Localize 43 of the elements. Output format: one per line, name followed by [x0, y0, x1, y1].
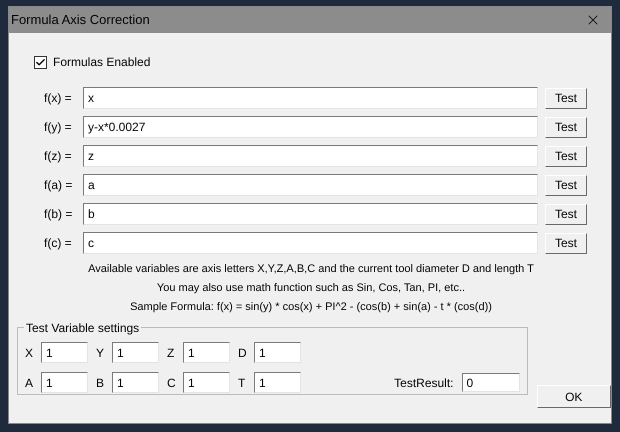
- window-title: Formula Axis Correction: [11, 11, 150, 30]
- variable-label: T: [238, 374, 246, 392]
- result-label: TestResult:: [394, 374, 454, 392]
- help-text: Sample Formula: f(x) = sin(y) * cos(x) + PI^2 - (cos(b) + sin(a) - t * (cos(d)): [130, 300, 492, 315]
- variable-label: X: [25, 344, 34, 362]
- formula-label: f(y) =: [44, 119, 73, 136]
- variable-field[interactable]: 1: [254, 342, 301, 363]
- formula-field[interactable]: c: [83, 232, 538, 254]
- formula-label: f(c) =: [44, 235, 73, 252]
- test-button[interactable]: Test: [545, 174, 587, 196]
- variable-label: C: [167, 374, 177, 392]
- formula-field[interactable]: b: [83, 203, 538, 225]
- variable-field[interactable]: 1: [254, 372, 301, 393]
- formula-field[interactable]: y-x*0.0027: [83, 116, 538, 138]
- checkbox[interactable]: [34, 56, 47, 68]
- variable-label: A: [25, 374, 34, 392]
- variable-field[interactable]: 1: [112, 372, 159, 393]
- variable-label: D: [238, 344, 248, 362]
- test-button[interactable]: Test: [545, 146, 587, 166]
- formula-label: f(x) =: [44, 90, 73, 107]
- test-button[interactable]: Test: [545, 88, 587, 108]
- formula-label: f(a) =: [44, 177, 74, 194]
- formula-field[interactable]: a: [83, 174, 538, 196]
- variable-label: B: [96, 374, 106, 392]
- result-field[interactable]: 0: [462, 373, 520, 392]
- variable-field[interactable]: 1: [183, 342, 230, 363]
- test-button[interactable]: Test: [545, 204, 587, 224]
- ok-button[interactable]: OK: [536, 385, 611, 408]
- variable-label: Z: [167, 344, 176, 362]
- test-button[interactable]: Test: [545, 116, 587, 138]
- variable-label: Y: [96, 344, 106, 362]
- formula-label: f(b) =: [44, 206, 74, 223]
- variable-field[interactable]: 1: [112, 342, 159, 363]
- variable-field[interactable]: 1: [41, 342, 88, 363]
- variable-field[interactable]: 1: [183, 372, 230, 393]
- checkbox-label: Formulas Enabled: [53, 54, 150, 71]
- help-text: You may also use math function such as Sin, Cos, Tan, PI, etc..: [156, 281, 466, 296]
- variable-field[interactable]: 1: [41, 372, 88, 393]
- formula-label: f(z) =: [44, 148, 73, 165]
- help-text: Available variables are axis letters X,Y,Z,A,B,C and the current tool diameter D and length T: [88, 262, 534, 277]
- formula-field[interactable]: x: [83, 87, 538, 109]
- formula-field[interactable]: z: [83, 145, 538, 167]
- test-button[interactable]: Test: [545, 232, 587, 254]
